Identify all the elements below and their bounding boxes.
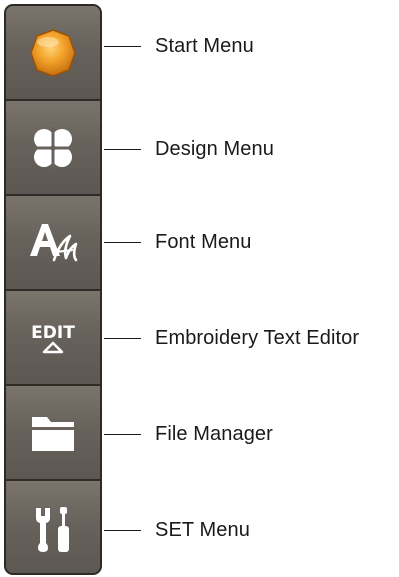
font-menu-label: Font Menu <box>155 230 252 253</box>
callout-file-manager: File Manager <box>104 422 273 445</box>
start-menu-label: Start Menu <box>155 34 254 57</box>
start-menu-button[interactable] <box>6 6 100 101</box>
callout-set-menu: SET Menu <box>104 518 250 541</box>
wrench-screwdriver-icon <box>36 506 69 552</box>
leader-line <box>104 241 141 243</box>
callout-font-menu: Font Menu <box>104 230 252 253</box>
embroidery-text-editor-button[interactable]: EDIT <box>6 291 100 386</box>
callout-design-menu: Design Menu <box>104 137 274 160</box>
leader-line <box>104 337 141 339</box>
start-orb-icon <box>30 28 76 77</box>
set-menu-label: SET Menu <box>155 518 250 541</box>
file-manager-button[interactable] <box>6 386 100 481</box>
font-letters-icon <box>30 223 78 261</box>
leader-line <box>104 45 141 47</box>
file-manager-label: File Manager <box>155 422 273 445</box>
callout-embroidery-text-editor: Embroidery Text Editor <box>104 326 360 349</box>
folder-icon <box>32 416 74 451</box>
font-menu-button[interactable] <box>6 196 100 291</box>
edit-icon-text: EDIT <box>31 323 75 343</box>
leader-line <box>104 433 141 435</box>
menu-bar: EDIT <box>4 4 102 575</box>
embroidery-text-editor-label: Embroidery Text Editor <box>155 326 360 349</box>
leader-line <box>104 529 141 531</box>
set-menu-button[interactable] <box>6 481 100 573</box>
edit-text-icon: EDIT <box>31 323 75 353</box>
design-menu-button[interactable] <box>6 101 100 196</box>
menu-bar-diagram: EDIT Start Menu Design Menu Font Menu Em… <box>0 0 399 577</box>
four-petal-design-icon <box>32 126 74 169</box>
callout-start-menu: Start Menu <box>104 34 254 57</box>
leader-line <box>104 148 141 150</box>
design-menu-label: Design Menu <box>155 137 274 160</box>
